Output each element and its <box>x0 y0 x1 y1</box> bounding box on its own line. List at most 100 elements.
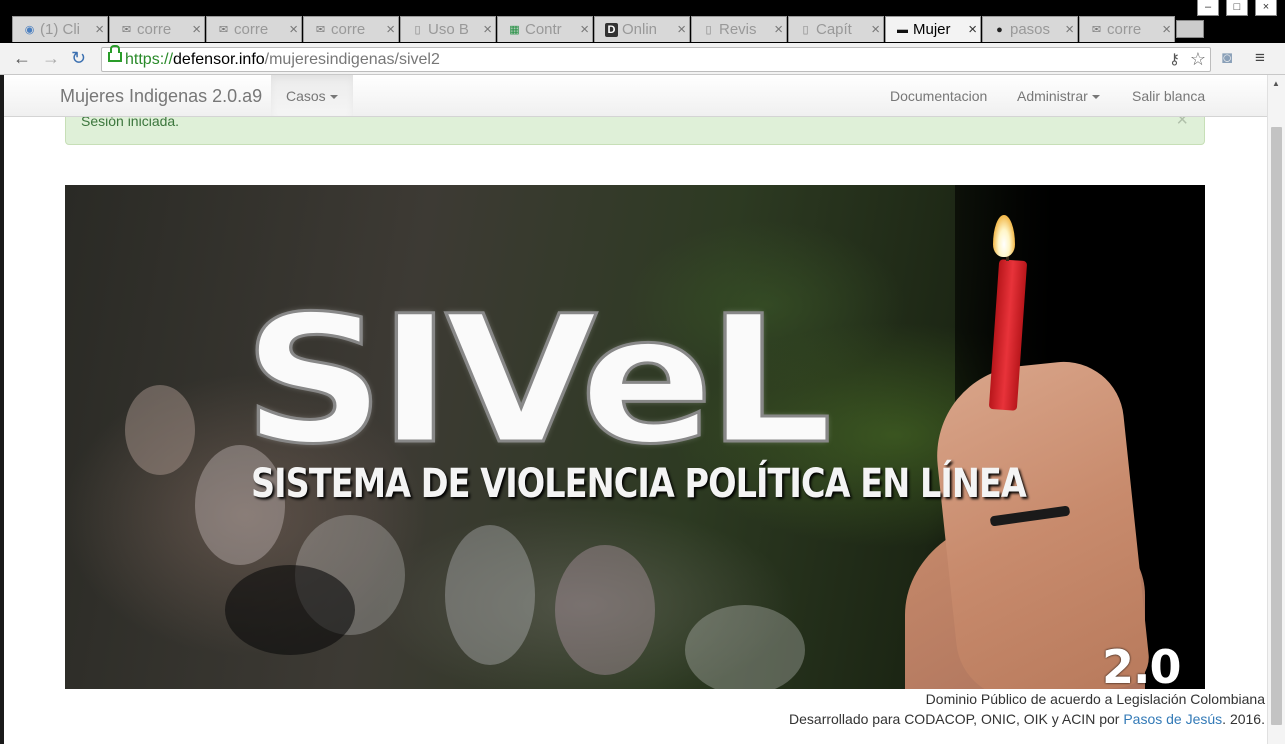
browser-tab[interactable]: ▯ Revis × <box>691 16 787 42</box>
footer-license: Dominio Público de acuerdo a Legislación… <box>925 691 1265 707</box>
sivel-logo-text: SIVeL <box>241 278 834 483</box>
back-arrow-icon[interactable]: ← <box>13 49 31 67</box>
tab-title: Onlin <box>622 21 658 38</box>
forward-arrow-icon[interactable]: → <box>42 49 60 67</box>
window-border <box>0 75 4 744</box>
casos-label: Casos <box>286 88 326 104</box>
url-text[interactable]: https://defensor.info/mujeresindigenas/s… <box>125 48 440 71</box>
document-icon: ▯ <box>414 24 421 36</box>
bookmark-star-icon[interactable]: ☆ <box>1190 48 1206 71</box>
salir-link[interactable]: Salir blanca <box>1117 75 1220 116</box>
salir-label: Salir blanca <box>1132 88 1206 104</box>
tab-title: Mujer <box>913 21 951 38</box>
scroll-up-icon[interactable]: ▲ <box>1272 79 1280 88</box>
url-scheme: https:// <box>125 51 174 68</box>
caret-down-icon <box>1091 95 1100 100</box>
casos-dropdown[interactable]: Casos <box>271 75 353 116</box>
tab-title: Contr <box>525 21 562 38</box>
tab-close-icon[interactable]: × <box>871 21 880 38</box>
browser-tab[interactable]: ▯ Capít × <box>788 16 884 42</box>
top-navbar: Mujeres Indigenas 2.0.a9 Casos Documenta… <box>4 75 1267 117</box>
document-icon: ▯ <box>802 24 809 36</box>
pasos-de-jesus-link[interactable]: Pasos de Jesús <box>1123 711 1222 727</box>
url-host: defensor.info <box>173 51 265 68</box>
tab-close-icon[interactable]: × <box>483 21 492 38</box>
url-path: /mujeresindigenas/sivel2 <box>264 51 440 68</box>
mail-icon: ✉ <box>1091 24 1102 36</box>
administrar-dropdown[interactable]: Administrar <box>1002 75 1115 116</box>
reload-icon[interactable]: ↻ <box>71 49 86 67</box>
tab-title: Revis <box>719 21 757 38</box>
d-logo-icon: D <box>605 22 618 37</box>
key-icon[interactable]: ⚷ <box>1169 48 1180 71</box>
camera-icon[interactable]: ◙ <box>1222 48 1232 68</box>
tab-close-icon[interactable]: × <box>192 21 201 38</box>
sivel-favicon-icon: ▬ <box>897 23 908 36</box>
tab-title: corre <box>331 21 366 38</box>
tab-close-icon[interactable]: × <box>774 21 783 38</box>
umbrella-shape <box>225 565 355 655</box>
spreadsheet-icon: ▦ <box>509 24 520 36</box>
lock-icon <box>108 45 122 62</box>
tab-title: corre <box>1107 21 1142 38</box>
tab-strip: – □ × ◉ (1) Cli × ✉ corre × ✉ corre × ✉ corre × ▯ Uso… <box>0 0 1285 43</box>
tab-title: (1) Cli <box>40 21 80 38</box>
tabs: ◉ (1) Cli × ✉ corre × ✉ corre × ✉ corre × ▯ Uso B × ▦ Co… <box>12 16 1204 43</box>
browser-tab[interactable]: ✉ corre × <box>1079 16 1175 42</box>
brand-link[interactable]: Mujeres Indigenas 2.0.a9 <box>60 86 262 107</box>
mail-icon: ✉ <box>121 24 132 36</box>
documentacion-label: Documentacion <box>890 88 988 104</box>
footer-credits: Desarrollado para CODACOP, ONIC, OIK y A… <box>789 709 1265 729</box>
tab-close-icon[interactable]: × <box>968 21 977 38</box>
page-viewport: Sesión iniciada. × Mujeres Indigenas 2.0… <box>0 75 1285 744</box>
maximize-icon[interactable]: □ <box>1226 0 1248 16</box>
window-controls: – □ × <box>1197 0 1277 20</box>
menu-icon[interactable]: ≡ <box>1255 48 1265 68</box>
browser-tab[interactable]: ● pasos × <box>982 16 1078 42</box>
documentacion-link[interactable]: Documentacion <box>875 75 1002 116</box>
tab-close-icon[interactable]: × <box>1162 21 1171 38</box>
tab-close-icon[interactable]: × <box>1065 21 1074 38</box>
administrar-label: Administrar <box>1017 88 1088 104</box>
new-tab-button[interactable] <box>1176 20 1204 38</box>
browser-tab[interactable]: ✉ corre × <box>109 16 205 42</box>
crowd-figure <box>125 385 195 475</box>
tab-title: Capít <box>816 21 852 38</box>
vertical-scrollbar[interactable]: ▲ <box>1267 75 1285 744</box>
browser-tab[interactable]: ▬ Mujer × <box>885 16 981 42</box>
scrollbar-thumb[interactable] <box>1271 127 1282 725</box>
chat-bubble-icon: ◉ <box>24 24 35 36</box>
sivel-subtitle: SISTEMA DE VIOLENCIA POLÍTICA EN LÍNEA <box>251 461 1027 507</box>
browser-tab[interactable]: ✉ corre × <box>206 16 302 42</box>
github-icon: ● <box>996 23 1003 36</box>
footer: Dominio Público de acuerdo a Legislación… <box>789 689 1265 729</box>
tab-close-icon[interactable]: × <box>386 21 395 38</box>
version-mark: 2.0 <box>1102 640 1181 689</box>
browser-tab[interactable]: ◉ (1) Cli × <box>12 16 108 42</box>
tab-title: corre <box>234 21 269 38</box>
mail-icon: ✉ <box>218 24 229 36</box>
tab-close-icon[interactable]: × <box>289 21 298 38</box>
address-bar[interactable]: https://defensor.info/mujeresindigenas/s… <box>101 45 1211 72</box>
footer-credits-suffix: . 2016. <box>1222 711 1265 727</box>
caret-down-icon <box>329 95 338 100</box>
footer-credits-prefix: Desarrollado para CODACOP, ONIC, OIK y A… <box>789 711 1124 727</box>
minimize-icon[interactable]: – <box>1197 0 1219 16</box>
tab-title: pasos <box>1010 21 1051 38</box>
tab-title: corre <box>137 21 172 38</box>
browser-tab[interactable]: ✉ corre × <box>303 16 399 42</box>
document-icon: ▯ <box>705 24 712 36</box>
browser-tab[interactable]: ▯ Uso B × <box>400 16 496 42</box>
tab-close-icon[interactable]: × <box>95 21 104 38</box>
tab-title: Uso B <box>428 21 469 38</box>
sivel-banner-image: SIVeL SISTEMA DE VIOLENCIA POLÍTICA EN L… <box>65 185 1205 689</box>
browser-tab[interactable]: D Onlin × <box>594 16 690 42</box>
tab-close-icon[interactable]: × <box>677 21 686 38</box>
browser-tab[interactable]: ▦ Contr × <box>497 16 593 42</box>
crowd-figure <box>445 525 535 665</box>
close-window-icon[interactable]: × <box>1255 0 1277 16</box>
browser-toolbar: ← → ↻ https://defensor.info/mujeresindig… <box>0 43 1285 75</box>
crowd-figure <box>555 545 655 675</box>
mail-icon: ✉ <box>315 24 326 36</box>
tab-close-icon[interactable]: × <box>580 21 589 38</box>
